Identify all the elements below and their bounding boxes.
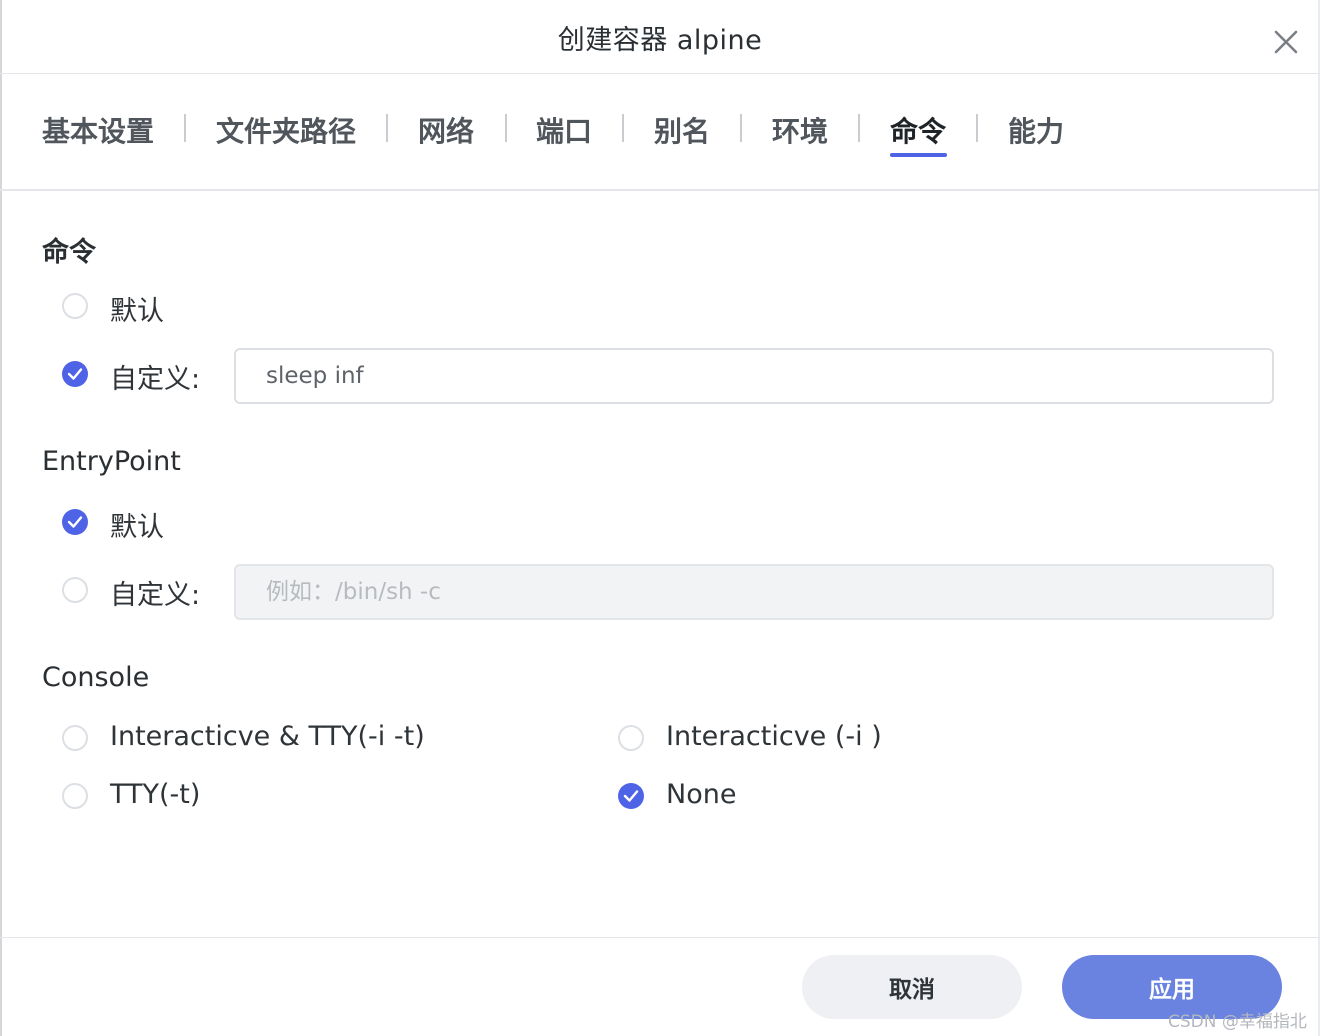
- command-custom-label[interactable]: 自定义:: [110, 357, 200, 396]
- command-section-title: 命令: [42, 237, 96, 268]
- console-interactive-tty-label[interactable]: Interacticve & TTY(-i -t): [110, 721, 425, 752]
- dialog-title: 创建容器 alpine: [557, 25, 763, 56]
- checkmark-icon: [67, 516, 83, 528]
- tab-separator: [740, 114, 742, 142]
- entrypoint-custom-label[interactable]: 自定义:: [110, 573, 200, 612]
- entrypoint-default-label[interactable]: 默认: [110, 505, 164, 544]
- tab-separator: [505, 114, 507, 142]
- checkmark-icon: [67, 368, 83, 380]
- command-input[interactable]: [234, 348, 1274, 404]
- tab-ports[interactable]: 端口: [536, 110, 592, 150]
- console-none-label[interactable]: None: [666, 779, 736, 810]
- console-none-radio[interactable]: [618, 783, 644, 809]
- tab-separator: [622, 114, 624, 142]
- console-interactive-label[interactable]: Interacticve (-i ): [666, 721, 882, 752]
- tab-folder-paths[interactable]: 文件夹路径: [216, 110, 356, 150]
- tab-basic-settings[interactable]: 基本设置: [42, 110, 154, 150]
- tab-separator: [858, 114, 860, 142]
- entrypoint-input[interactable]: [234, 564, 1274, 620]
- tab-network[interactable]: 网络: [418, 110, 474, 150]
- tab-separator: [184, 114, 186, 142]
- tab-separator: [976, 114, 978, 142]
- entrypoint-custom-radio[interactable]: [62, 577, 88, 603]
- tab-environment[interactable]: 环境: [772, 110, 828, 150]
- console-section-title: Console: [42, 662, 150, 693]
- console-interactive-tty-radio[interactable]: [62, 725, 88, 751]
- cancel-button[interactable]: 取消: [802, 955, 1022, 1019]
- close-icon: [1274, 30, 1298, 54]
- tab-capabilities[interactable]: 能力: [1008, 110, 1064, 150]
- dialog-header: 创建容器 alpine: [0, 0, 1320, 74]
- active-tab-indicator: [890, 153, 947, 157]
- tab-command[interactable]: 命令: [890, 110, 946, 150]
- watermark: CSDN @幸福指北: [1168, 1012, 1307, 1032]
- create-container-dialog: 创建容器 alpine 基本设置 文件夹路径 网络 端口 别名 环境 命令 能力…: [0, 0, 1320, 1036]
- tab-aliases[interactable]: 别名: [654, 110, 710, 150]
- entrypoint-section-title: EntryPoint: [42, 446, 181, 477]
- command-custom-radio[interactable]: [62, 361, 88, 387]
- entrypoint-default-radio[interactable]: [62, 509, 88, 535]
- tab-separator: [386, 114, 388, 142]
- tab-bar: 基本设置 文件夹路径 网络 端口 别名 环境 命令 能力: [0, 74, 1320, 191]
- command-default-radio[interactable]: [62, 293, 88, 319]
- checkmark-icon: [623, 790, 639, 802]
- console-tty-radio[interactable]: [62, 783, 88, 809]
- command-default-label[interactable]: 默认: [110, 289, 164, 328]
- dialog-footer: 取消 应用: [0, 937, 1320, 1036]
- close-button[interactable]: [1268, 24, 1304, 60]
- console-interactive-radio[interactable]: [618, 725, 644, 751]
- console-tty-label[interactable]: TTY(-t): [110, 779, 200, 810]
